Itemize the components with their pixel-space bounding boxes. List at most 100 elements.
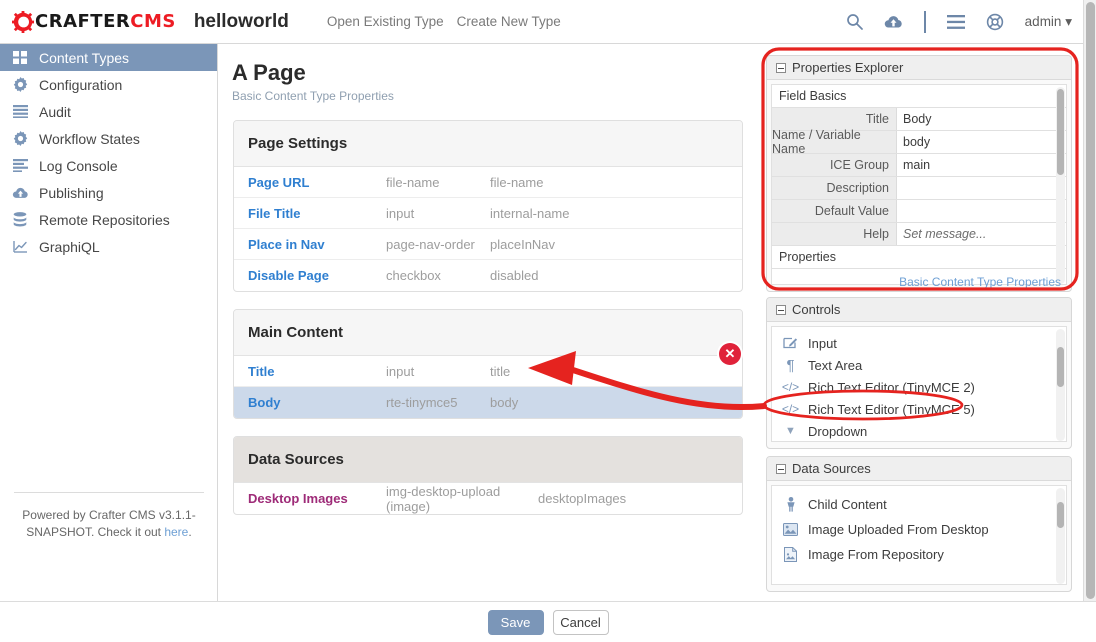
data-sources-scrollbar[interactable] (1056, 488, 1065, 584)
hamburger-menu-icon[interactable] (946, 14, 965, 29)
control-item-dropdown[interactable]: ▼ Dropdown (772, 420, 1066, 441)
section-page-settings: Page Settings Page URL file-name file-na… (233, 120, 743, 292)
collapse-minus-icon[interactable] (776, 463, 786, 474)
cancel-button[interactable]: Cancel (552, 609, 609, 635)
field-type: checkbox (386, 268, 441, 283)
help-globe-icon[interactable] (986, 13, 1004, 31)
here-link[interactable]: here (164, 525, 188, 539)
section-main-content: Main Content Title input title Body rte-… (233, 309, 743, 419)
sidebar-item-label: Publishing (39, 184, 104, 201)
properties-section-header[interactable]: Properties (772, 246, 1066, 269)
header-divider (923, 10, 926, 33)
open-existing-type-link[interactable]: Open Existing Type (327, 14, 444, 29)
site-name[interactable]: helloworld (194, 11, 289, 33)
property-row-description[interactable]: Description (772, 177, 1066, 200)
controls-header[interactable]: Controls (767, 298, 1071, 322)
field-basics-section-header[interactable]: Field Basics (772, 85, 1066, 108)
bottom-action-bar: Save Cancel (0, 601, 1096, 642)
sidebar-item-remote-repositories[interactable]: Remote Repositories (0, 206, 217, 233)
property-value[interactable]: body (897, 131, 1066, 153)
properties-explorer-scrollbar[interactable] (1056, 87, 1065, 284)
create-new-type-link[interactable]: Create New Type (457, 14, 561, 29)
table-row[interactable]: Title input title (234, 356, 742, 387)
property-row-default-value[interactable]: Default Value (772, 200, 1066, 223)
collapse-minus-icon[interactable] (776, 62, 786, 73)
data-source-item-label: Image Uploaded From Desktop (808, 522, 989, 537)
control-item-rte-tinymce2[interactable]: </> Rich Text Editor (TinyMCE 2) (772, 376, 1066, 398)
code-brackets-icon: </> (781, 402, 800, 416)
app-header: CRAFTERCMS helloworld Open Existing Type… (0, 0, 1096, 44)
sidebar-item-label: Log Console (39, 157, 118, 174)
data-sources-panel: Data Sources Child Content Image Uploade… (766, 456, 1072, 592)
panel-title: Controls (792, 302, 841, 317)
field-name: Body (248, 395, 281, 410)
right-panel-column: Properties Explorer Field Basics Title B… (758, 44, 1088, 601)
property-row-ice-group[interactable]: ICE Group main (772, 154, 1066, 177)
data-source-item-child-content[interactable]: Child Content (772, 492, 1066, 517)
child-content-icon (781, 497, 800, 512)
panel-title: Data Sources (792, 461, 871, 476)
brand-logo[interactable]: CRAFTERCMS (12, 10, 176, 33)
data-source-item-image-upload[interactable]: Image Uploaded From Desktop (772, 517, 1066, 542)
field-name: Desktop Images (248, 491, 348, 506)
save-button[interactable]: Save (487, 609, 544, 635)
control-item-text-area[interactable]: ¶ Text Area (772, 354, 1066, 376)
table-row-selected-body[interactable]: Body rte-tinymce5 body (234, 387, 742, 418)
property-value-placeholder[interactable]: Set message... (897, 223, 1066, 245)
page-scrollbar[interactable] (1083, 0, 1096, 601)
paragraph-icon: ¶ (786, 356, 795, 374)
sidebar-item-label: Audit (39, 103, 71, 120)
property-value[interactable]: Body (897, 108, 1066, 130)
sidebar-item-content-types[interactable]: Content Types (0, 44, 217, 71)
crafter-gear-icon (12, 10, 34, 33)
property-key: Help (772, 223, 897, 245)
panel-title: Properties Explorer (792, 60, 904, 75)
property-value[interactable] (897, 200, 1066, 222)
delete-field-button[interactable]: ✕ (719, 343, 741, 365)
image-repo-icon (781, 547, 800, 562)
user-menu-button[interactable]: admin ▾ (1025, 14, 1072, 30)
sidebar-item-log-console[interactable]: Log Console (0, 152, 217, 179)
input-pencil-icon (781, 336, 800, 350)
property-key: Default Value (772, 200, 897, 222)
table-row[interactable]: Desktop Images img-desktop-upload (image… (234, 483, 742, 514)
lines-icon (10, 105, 30, 118)
section-heading: Data Sources (234, 437, 742, 483)
section-heading: Page Settings (234, 121, 742, 167)
property-value[interactable] (897, 177, 1066, 199)
caret-down-icon: ▼ (785, 425, 796, 437)
control-item-rte-tinymce5[interactable]: </> Rich Text Editor (TinyMCE 5) (772, 398, 1066, 420)
page-scrollbar-thumb[interactable] (1086, 2, 1095, 599)
property-value[interactable]: main (897, 154, 1066, 176)
table-row[interactable]: Page URL file-name file-name (234, 167, 742, 198)
property-key: Title (772, 108, 897, 130)
grid-icon (10, 50, 30, 65)
cloud-upload-icon[interactable] (884, 14, 903, 30)
field-name: File Title (248, 205, 301, 221)
table-row[interactable]: Place in Nav page-nav-order placeInNav (234, 229, 742, 260)
table-row[interactable]: Disable Page checkbox disabled (234, 260, 742, 291)
sidebar-item-publishing[interactable]: Publishing (0, 179, 217, 206)
control-item-input[interactable]: Input (772, 332, 1066, 354)
properties-explorer-header[interactable]: Properties Explorer (767, 56, 1071, 80)
sidebar-item-configuration[interactable]: Configuration (0, 71, 217, 98)
basic-content-type-properties-link[interactable]: Basic Content Type Properties (899, 275, 1061, 289)
property-row-help[interactable]: Help Set message... (772, 223, 1066, 246)
search-icon[interactable] (846, 13, 863, 30)
sidebar-item-label: Configuration (39, 76, 123, 93)
data-sources-header[interactable]: Data Sources (767, 457, 1071, 481)
sidebar-item-workflow-states[interactable]: Workflow States (0, 125, 217, 152)
collapse-minus-icon[interactable] (776, 304, 786, 315)
field-name: Page URL (248, 174, 310, 190)
data-source-item-image-repo[interactable]: Image From Repository (772, 542, 1066, 567)
chevron-down-icon: ▾ (1065, 13, 1072, 29)
property-row-variable-name[interactable]: Name / Variable Name body (772, 128, 1066, 156)
sidebar-item-label: Workflow States (39, 130, 140, 147)
controls-scrollbar[interactable] (1056, 329, 1065, 441)
table-row[interactable]: File Title input internal-name (234, 198, 742, 229)
field-name: Disable Page (248, 268, 329, 283)
sidebar-item-graphiql[interactable]: GraphiQL (0, 233, 217, 260)
control-item-label: Text Area (808, 357, 863, 373)
chart-line-icon (10, 240, 30, 254)
sidebar-item-audit[interactable]: Audit (0, 98, 217, 125)
